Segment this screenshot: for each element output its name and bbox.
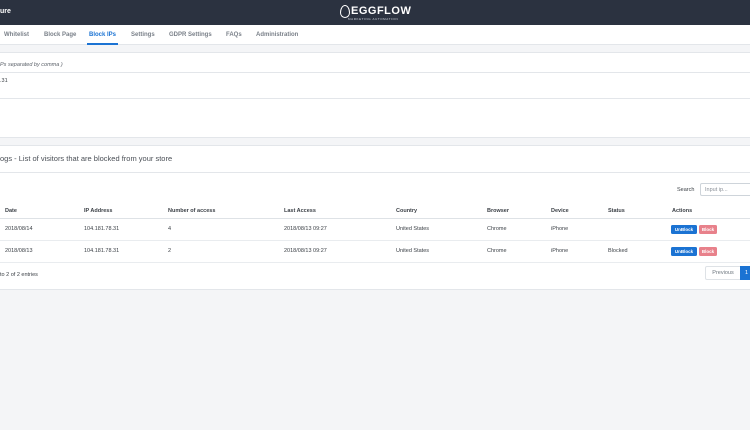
cell-date: 2018/08/13 (5, 248, 33, 254)
cell-ip-address: 104.181.78.31 (84, 248, 120, 254)
cell-browser: Chrome (487, 226, 507, 232)
page-1-button[interactable]: 1 (740, 266, 750, 280)
divider (0, 72, 750, 73)
active-tab-indicator (87, 43, 118, 45)
column-header-number-of-access: Number of access (168, 208, 216, 214)
column-header-ip-address: IP Address (84, 208, 113, 214)
logs-heading: ogs - List of visitors that are blocked … (0, 154, 173, 163)
cell-ip-address: 104.181.78.31 (84, 226, 120, 232)
tab-block-page[interactable]: Block Page (44, 32, 76, 38)
tab-faqs[interactable]: FAQs (226, 32, 242, 38)
ip-input-hint: Ps separated by comma ) (0, 62, 63, 68)
divider (0, 98, 750, 99)
tab-bar: Whitelist Block Page Block IPs Settings … (0, 25, 750, 45)
cell-browser: Chrome (487, 248, 507, 254)
tab-whitelist[interactable]: Whitelist (4, 32, 29, 38)
unblock-button[interactable]: UnBlock (671, 247, 697, 256)
column-header-actions: Actions (672, 208, 693, 214)
cell-status: Blocked (608, 248, 628, 254)
block-button[interactable]: Block (699, 247, 717, 256)
block-button[interactable]: Block (699, 225, 717, 234)
unblock-button[interactable]: UnBlock (671, 225, 697, 234)
search-label: Search (677, 187, 695, 193)
cell-device: iPhone (551, 226, 569, 232)
ip-list-textarea[interactable]: .31 (0, 78, 8, 84)
table-header-divider (0, 218, 750, 219)
logo-tagline: MARKETING AUTOMATION (348, 17, 399, 21)
row-divider (0, 262, 750, 263)
top-navbar: ure EGGFLOW MARKETING AUTOMATION (0, 0, 750, 25)
eggflow-logo: EGGFLOW MARKETING AUTOMATION (340, 4, 420, 22)
column-header-device: Device (551, 208, 569, 214)
cell-number-of-access: 4 (168, 226, 172, 232)
block-ips-form-card: Ps separated by comma ) .31 (0, 52, 750, 138)
column-header-date: Date (5, 208, 17, 214)
cell-device: iPhone (551, 248, 569, 254)
divider (0, 172, 750, 173)
column-header-status: Status (608, 208, 625, 214)
tab-gdpr-settings[interactable]: GDPR Settings (169, 32, 212, 38)
cell-country: United States (396, 248, 430, 254)
previous-page-button[interactable]: Previous (705, 266, 741, 280)
cell-date: 2018/08/14 (5, 226, 33, 232)
column-header-browser: Browser (487, 208, 510, 214)
column-header-last-access: Last Access (284, 208, 316, 214)
cell-last-access: 2018/08/13 09:27 (284, 248, 327, 254)
tab-settings[interactable]: Settings (131, 32, 155, 38)
row-divider (0, 240, 750, 241)
logo-brand: EGGFLOW (351, 5, 412, 17)
search-input[interactable] (700, 183, 750, 196)
tab-block-ips[interactable]: Block IPs (89, 32, 116, 38)
cell-country: United States (396, 226, 430, 232)
cell-number-of-access: 2 (168, 248, 172, 254)
tab-administration[interactable]: Administration (256, 32, 298, 38)
pagination-info: to 2 of 2 entries (0, 272, 38, 278)
blocked-logs-card: ogs - List of visitors that are blocked … (0, 145, 750, 290)
cell-last-access: 2018/08/13 09:27 (284, 226, 327, 232)
column-header-country: Country (396, 208, 418, 214)
app-name: ure (0, 8, 11, 15)
